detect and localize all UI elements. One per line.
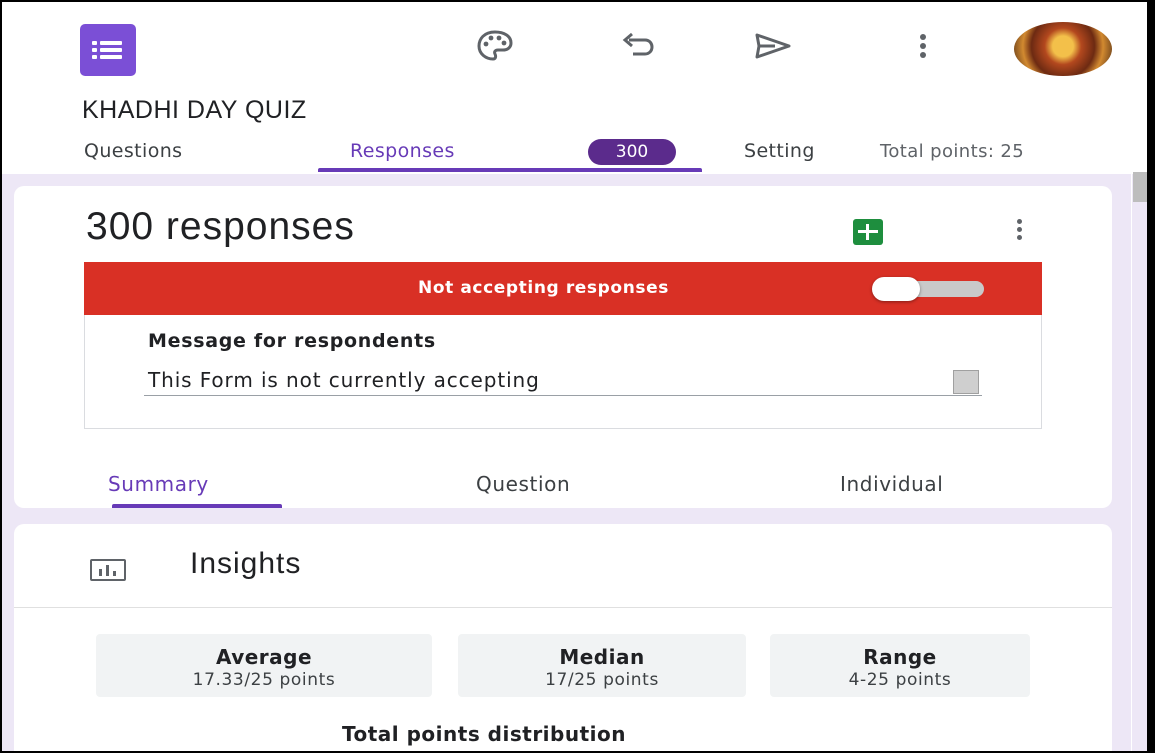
stat-median-label: Median bbox=[559, 645, 645, 669]
toggle-knob bbox=[872, 277, 920, 301]
forms-app: KHADHI DAY QUIZ Questions Responses 300 … bbox=[0, 0, 1155, 753]
stat-range: Range 4-25 points bbox=[770, 634, 1030, 697]
message-scrollbar[interactable] bbox=[953, 370, 979, 394]
insights-icon bbox=[90, 559, 126, 581]
message-label: Message for respondents bbox=[148, 330, 436, 352]
undo-icon[interactable] bbox=[614, 26, 660, 66]
message-input-underline bbox=[144, 395, 982, 396]
more-vert-icon[interactable] bbox=[900, 26, 946, 66]
send-icon[interactable] bbox=[750, 26, 796, 66]
stat-median-value: 17/25 points bbox=[545, 670, 659, 690]
palette-icon[interactable] bbox=[472, 26, 518, 66]
accepting-responses-toggle[interactable] bbox=[872, 277, 984, 301]
insights-divider bbox=[14, 607, 1112, 608]
page-scrollbar[interactable] bbox=[1132, 174, 1147, 751]
subtab-summary[interactable]: Summary bbox=[108, 472, 209, 496]
more-options-icon[interactable] bbox=[1010, 214, 1030, 244]
distribution-title: Total points distribution bbox=[342, 722, 626, 746]
tab-questions[interactable]: Questions bbox=[84, 140, 182, 162]
stat-range-label: Range bbox=[863, 645, 937, 669]
stat-average: Average 17.33/25 points bbox=[96, 634, 432, 697]
message-input[interactable]: This Form is not currently accepting bbox=[148, 368, 540, 392]
active-subtab-indicator bbox=[112, 504, 282, 508]
avatar[interactable] bbox=[1014, 22, 1112, 76]
stat-average-value: 17.33/25 points bbox=[192, 670, 336, 690]
active-tab-indicator bbox=[318, 168, 702, 172]
subtab-individual[interactable]: Individual bbox=[840, 472, 943, 496]
stat-average-label: Average bbox=[215, 645, 313, 669]
tab-responses[interactable]: Responses bbox=[350, 140, 455, 162]
responses-count-title: 300 responses bbox=[86, 205, 355, 248]
responses-count-badge: 300 bbox=[588, 139, 676, 165]
form-title: KHADHI DAY QUIZ bbox=[82, 96, 307, 124]
tab-settings[interactable]: Setting bbox=[744, 140, 815, 162]
total-points: Total points: 25 bbox=[880, 141, 1025, 162]
link-to-sheets-icon[interactable] bbox=[853, 219, 883, 245]
page-scrollbar-thumb[interactable] bbox=[1133, 172, 1147, 202]
insights-title: Insights bbox=[190, 547, 302, 580]
subtab-question[interactable]: Question bbox=[476, 472, 570, 496]
forms-logo-icon[interactable] bbox=[80, 24, 136, 76]
stat-median: Median 17/25 points bbox=[458, 634, 746, 697]
not-accepting-label: Not accepting responses bbox=[418, 278, 669, 298]
stat-range-value: 4-25 points bbox=[848, 670, 952, 690]
top-bar: KHADHI DAY QUIZ Questions Responses 300 … bbox=[2, 2, 1147, 182]
